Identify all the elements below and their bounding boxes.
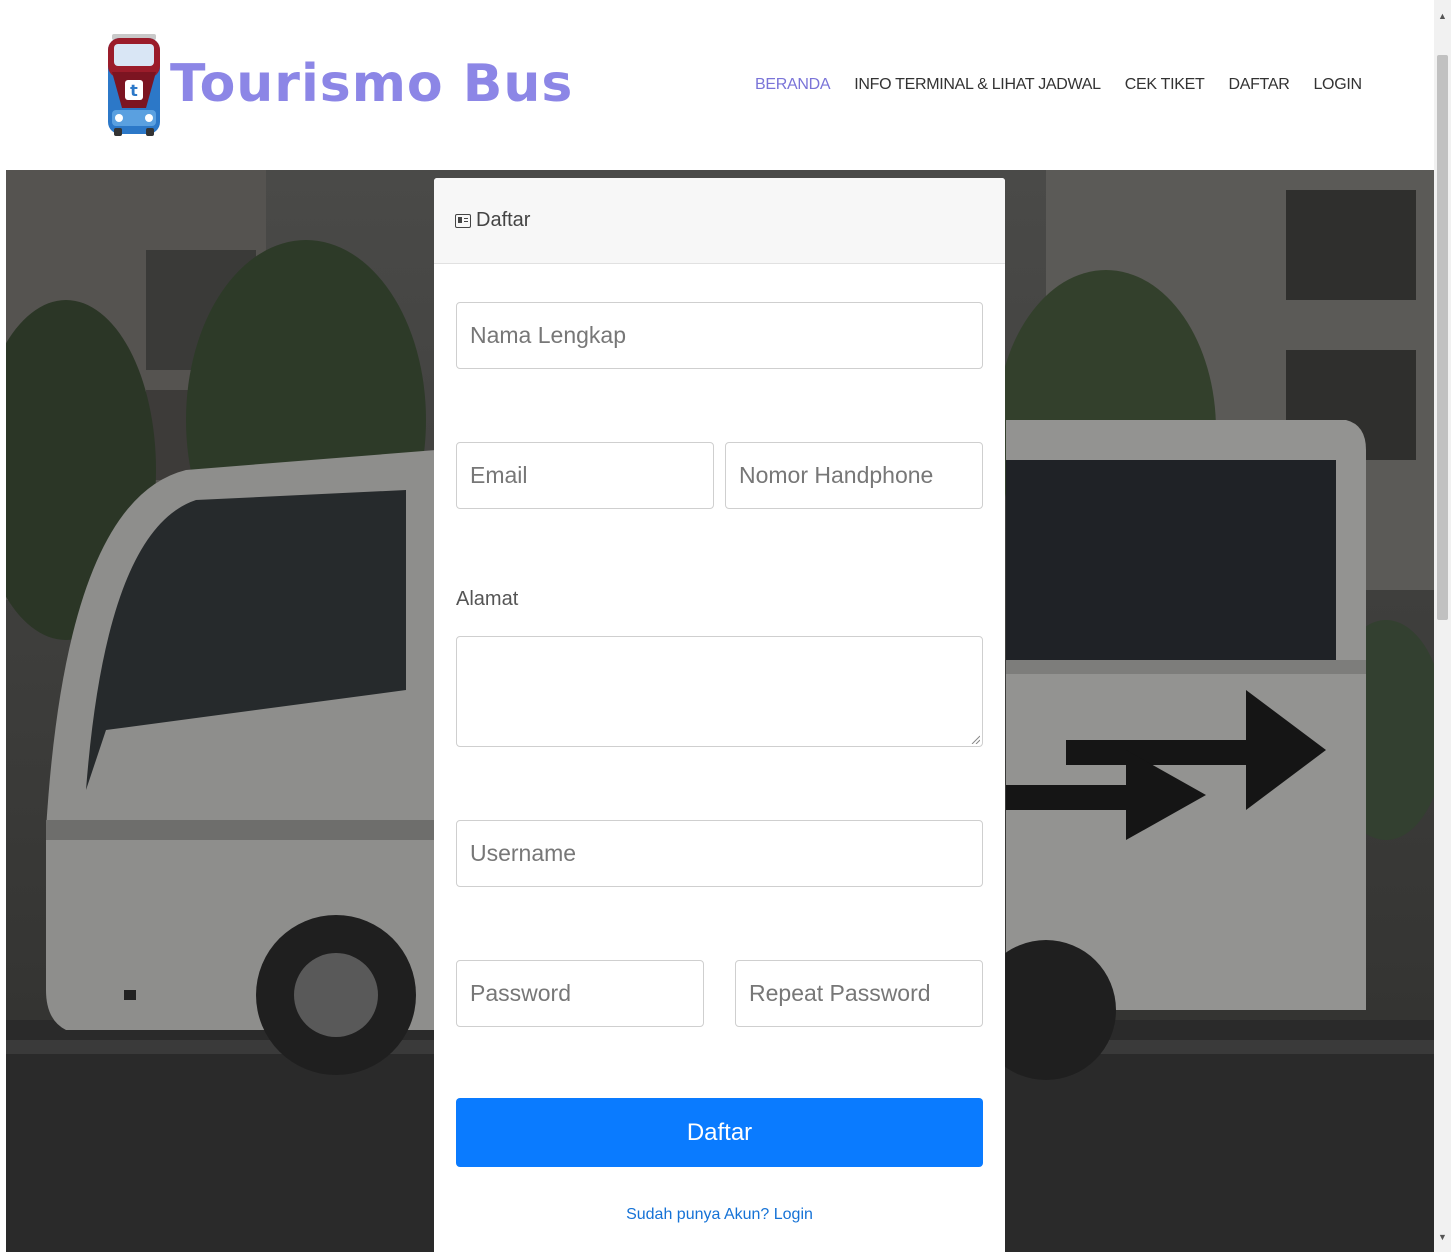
email-field[interactable] (456, 442, 714, 509)
card-title: Daftar (476, 209, 531, 231)
email-input[interactable] (470, 443, 713, 508)
site-header: t Tourismo Bus BERANDA INFO TERMINAL & L… (0, 0, 1434, 170)
scroll-up-icon[interactable]: ▲ (1434, 8, 1451, 25)
brand-name: Tourismo Bus (170, 54, 574, 114)
page-scrollbar[interactable]: ▲ ▼ (1434, 0, 1451, 1252)
nav-item-info-terminal[interactable]: INFO TERMINAL & LIHAT JADWAL (854, 76, 1101, 94)
nama-lengkap-field[interactable] (456, 302, 983, 369)
id-card-icon (455, 213, 471, 228)
login-link[interactable]: Sudah punya Akun? Login (434, 1206, 1005, 1224)
username-field[interactable] (456, 820, 983, 887)
alamat-label: Alamat (456, 588, 519, 610)
nama-lengkap-input[interactable] (470, 303, 982, 368)
brand-logo[interactable]: t Tourismo Bus (106, 30, 573, 138)
password-field[interactable] (456, 960, 704, 1027)
scroll-down-icon[interactable]: ▼ (1434, 1229, 1451, 1246)
nav-item-daftar[interactable]: DAFTAR (1228, 76, 1289, 94)
username-input[interactable] (470, 821, 982, 886)
password-input[interactable] (470, 961, 703, 1026)
alamat-textarea[interactable] (456, 636, 983, 747)
resize-handle-icon[interactable] (970, 734, 980, 744)
scroll-thumb[interactable] (1437, 55, 1448, 620)
phone-input[interactable] (739, 443, 982, 508)
nav-item-beranda[interactable]: BERANDA (755, 76, 831, 94)
bus-icon: t (106, 30, 164, 138)
svg-text:t: t (130, 81, 138, 100)
repeat-password-input[interactable] (749, 961, 982, 1026)
alamat-input[interactable] (457, 637, 982, 746)
repeat-password-field[interactable] (735, 960, 983, 1027)
daftar-submit-button[interactable]: Daftar (456, 1098, 983, 1167)
nav-item-login[interactable]: LOGIN (1313, 76, 1362, 94)
nav-item-cek-tiket[interactable]: CEK TIKET (1125, 76, 1205, 94)
card-header: Daftar (434, 178, 1005, 264)
main-nav: BERANDA INFO TERMINAL & LIHAT JADWAL CEK… (755, 76, 1386, 94)
phone-field[interactable] (725, 442, 983, 509)
register-card: Daftar Alamat Daftar Sudah punya Akun? L… (434, 178, 1005, 1252)
